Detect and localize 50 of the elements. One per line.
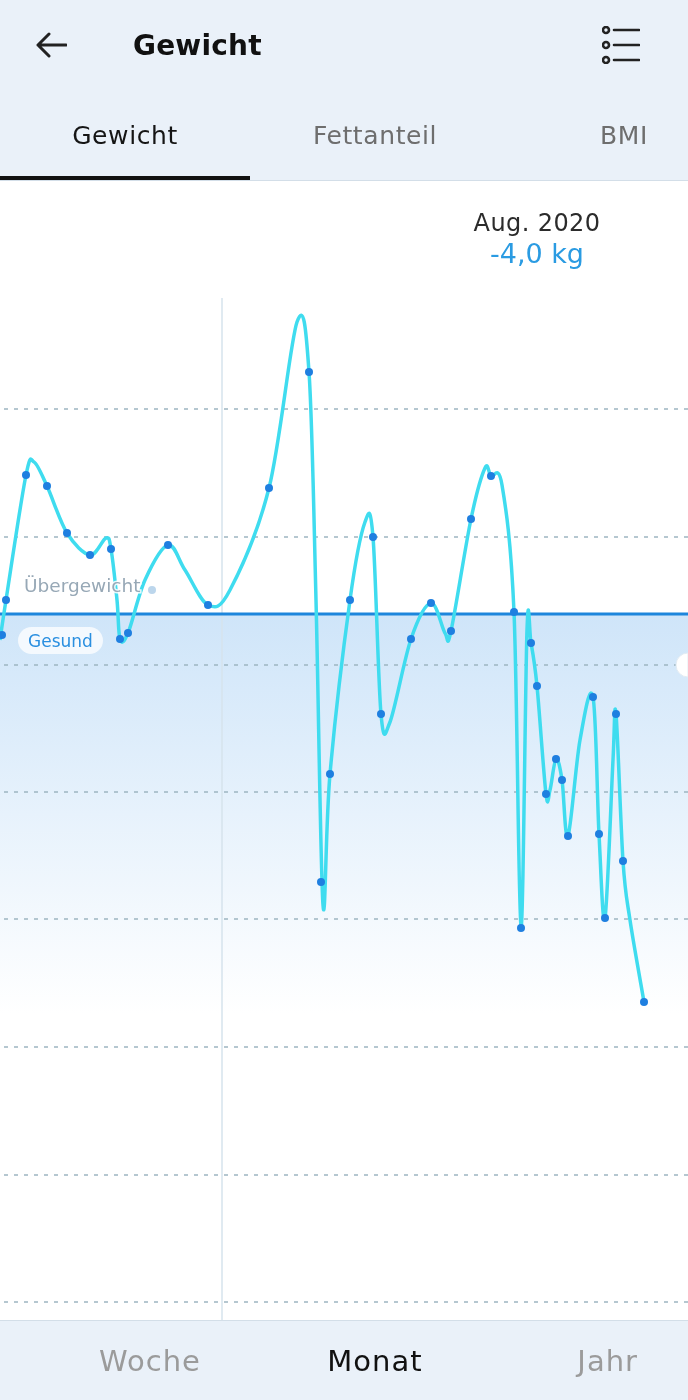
back-button[interactable] [35,32,67,58]
back-arrow-icon [35,32,67,58]
data-point [640,998,648,1006]
data-point [589,693,597,701]
data-point [564,832,572,840]
data-point [86,551,94,559]
data-point [43,482,51,490]
metric-tab[interactable]: BMI [500,90,688,180]
data-point [377,710,385,718]
data-point [265,484,273,492]
screen-title: Gewicht [133,28,262,62]
data-point [467,515,475,523]
data-point [542,790,550,798]
data-point [527,639,535,647]
list-menu-button[interactable] [602,26,640,64]
data-point [447,627,455,635]
period-label: Aug. 2020 [473,210,601,237]
data-point [619,857,627,865]
period-tab[interactable]: Jahr [567,1335,648,1386]
data-point [369,533,377,541]
data-point [595,830,603,838]
data-point [558,776,566,784]
data-point [407,635,415,643]
zone-label: Gesund [18,627,103,654]
data-point [317,878,325,886]
data-point [326,770,334,778]
data-point [148,586,156,594]
data-point [552,755,560,763]
data-point [517,924,525,932]
data-point [612,710,620,718]
data-point [427,599,435,607]
period-tab[interactable]: Woche [89,1335,211,1386]
data-point [305,368,313,376]
list-icon [602,26,640,64]
data-point [601,914,609,922]
data-point [487,472,495,480]
data-point [346,596,354,604]
scroll-handle[interactable] [675,652,688,678]
data-point [0,631,6,639]
data-point [204,601,212,609]
weight-change: -4,0 kg [489,238,584,270]
period-tab[interactable]: Monat [317,1335,433,1386]
data-point [533,682,541,690]
data-point [22,471,30,479]
data-point [164,541,172,549]
data-point [63,529,71,537]
data-point [510,608,518,616]
data-point [2,596,10,604]
data-point [107,545,115,553]
metric-tab[interactable]: Fettanteil [250,90,500,180]
